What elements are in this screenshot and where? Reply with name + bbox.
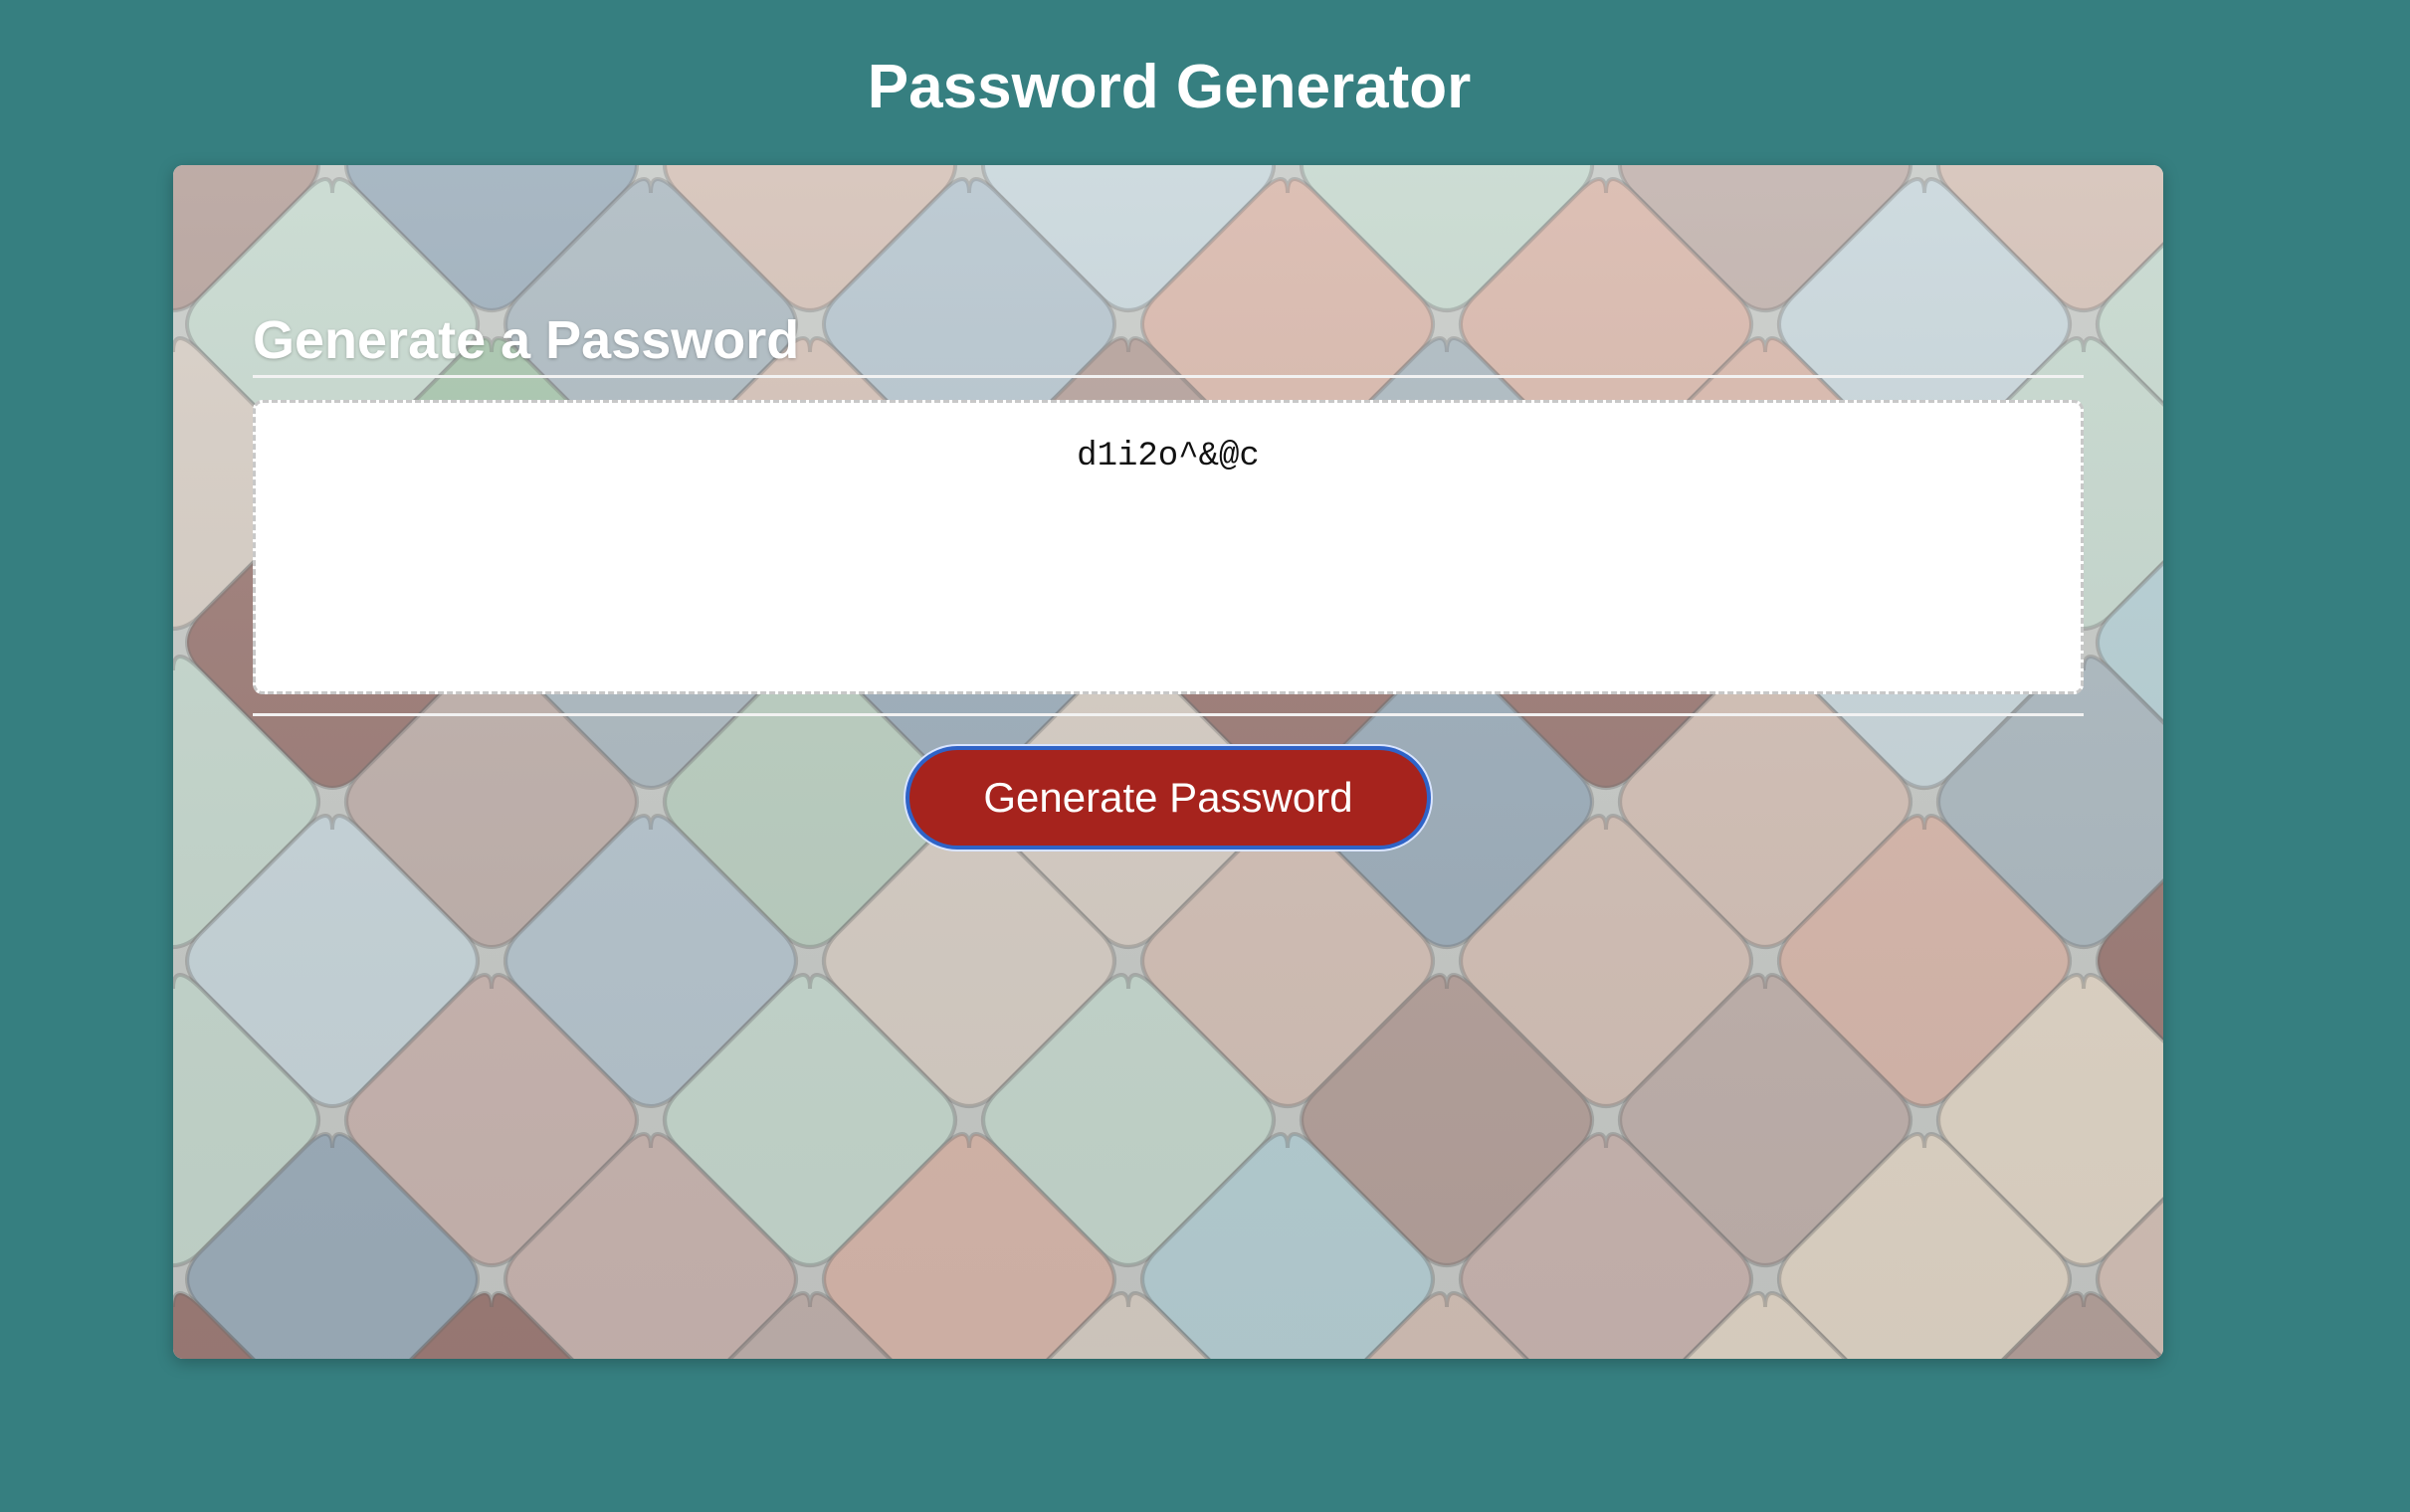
generate-password-button[interactable]: Generate Password [909, 750, 1427, 846]
card-header: Generate a Password [253, 309, 800, 370]
password-output[interactable] [253, 400, 2084, 694]
header-divider [253, 375, 2084, 378]
page-title: Password Generator [867, 52, 1472, 121]
footer-divider [253, 713, 2084, 716]
password-card: Generate a Password Generate Password [173, 165, 2163, 1359]
